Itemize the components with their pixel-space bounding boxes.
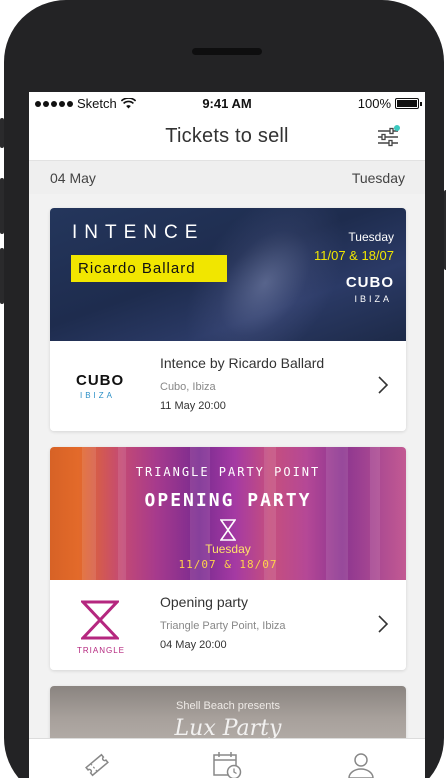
- banner-brand: CUBO: [345, 274, 394, 291]
- venue-logo: CUBO IBIZA: [50, 341, 150, 431]
- mute-switch: [0, 118, 4, 148]
- banner-presenter: Shell Beach presents: [176, 700, 280, 712]
- banner-brand-sub: IBIZA: [354, 294, 392, 304]
- event-banner: TRIANGLE PARTY POINT OPENING PARTY Tuesd…: [50, 447, 406, 580]
- banner-artist: Ricardo Ballard: [71, 255, 227, 282]
- event-banner: INTENCE Ricardo Ballard Tuesday 11/07 & …: [50, 208, 406, 341]
- banner-dates: 11/07 & 18/07: [314, 248, 394, 263]
- triangle-logo-icon: [81, 600, 119, 640]
- tab-bar: [29, 738, 425, 778]
- chevron-right-icon[interactable]: [376, 374, 390, 396]
- battery-percent: 100%: [357, 96, 391, 111]
- user-icon[interactable]: [345, 749, 377, 778]
- event-card[interactable]: INTENCE Ricardo Ballard Tuesday 11/07 & …: [50, 208, 406, 431]
- event-info: TRIANGLE Opening party Triangle Party Po…: [50, 580, 406, 670]
- filter-badge: [394, 125, 400, 131]
- event-title: Opening party: [160, 594, 248, 610]
- volume-down-button: [0, 248, 4, 304]
- banner-dates: 11/07 & 18/07: [178, 558, 278, 571]
- event-venue: Cubo, Ibiza: [160, 381, 216, 393]
- battery-icon: [395, 98, 422, 109]
- date-section-header: 04 May Tuesday: [29, 160, 425, 194]
- status-right: 100%: [357, 96, 422, 111]
- banner-subtitle: TRIANGLE PARTY POINT: [135, 465, 321, 479]
- venue-logo-name: TRIANGLE: [77, 646, 126, 655]
- event-venue: Triangle Party Point, Ibiza: [160, 620, 286, 632]
- section-date: 04 May: [50, 170, 96, 186]
- event-date: 04 May 20:00: [160, 639, 227, 651]
- ticket-icon[interactable]: [81, 749, 113, 778]
- banner-title: INTENCE: [72, 222, 205, 243]
- section-weekday: Tuesday: [351, 170, 405, 186]
- event-date: 11 May 20:00: [160, 400, 226, 412]
- venue-logo: TRIANGLE: [50, 580, 150, 670]
- event-title: Intence by Ricardo Ballard: [160, 355, 325, 371]
- phone-frame: Sketch 9:41 AM 100% Tickets to sell 04 M…: [0, 0, 446, 778]
- event-info: CUBO IBIZA Intence by Ricardo Ballard Cu…: [50, 341, 406, 431]
- event-card[interactable]: TRIANGLE PARTY POINT OPENING PARTY Tuesd…: [50, 447, 406, 670]
- banner-title: OPENING PARTY: [144, 490, 312, 511]
- volume-up-button: [0, 178, 4, 234]
- screen: Sketch 9:41 AM 100% Tickets to sell 04 M…: [29, 92, 425, 778]
- banner-day: Tuesday: [205, 542, 251, 556]
- filter-icon[interactable]: [375, 124, 401, 150]
- venue-logo-name: CUBO: [76, 372, 125, 389]
- navigation-bar: Tickets to sell: [29, 114, 425, 160]
- page-title: Tickets to sell: [165, 125, 289, 147]
- chevron-right-icon[interactable]: [376, 613, 390, 635]
- status-bar: Sketch 9:41 AM 100%: [29, 92, 425, 114]
- hourglass-icon: [220, 519, 236, 541]
- earpiece-speaker: [192, 48, 262, 55]
- venue-logo-sub: IBIZA: [80, 391, 116, 400]
- calendar-clock-icon[interactable]: [211, 749, 243, 778]
- banner-day: Tuesday: [348, 230, 394, 244]
